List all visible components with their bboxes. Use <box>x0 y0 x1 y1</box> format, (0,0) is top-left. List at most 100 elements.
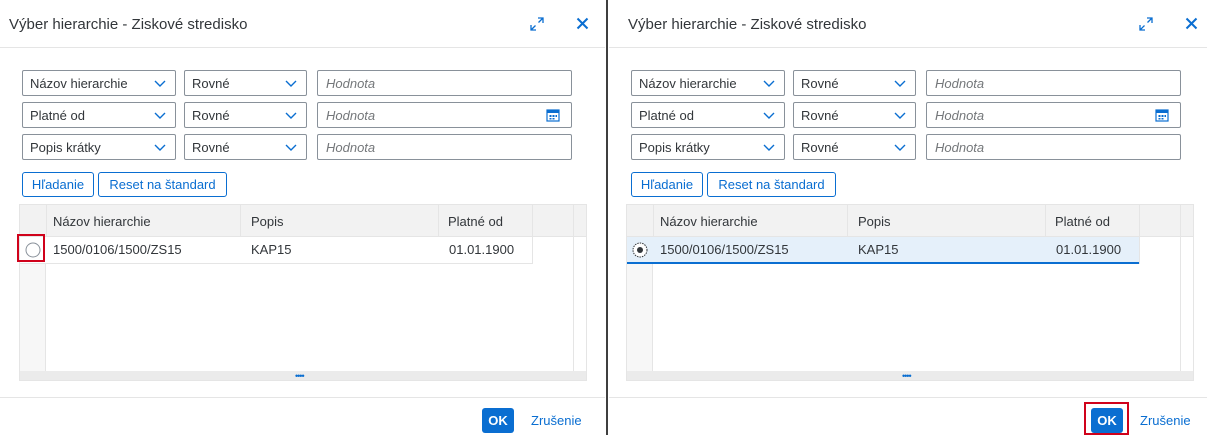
column-divider <box>573 205 574 373</box>
value-input[interactable]: Hodnota <box>317 70 572 96</box>
chevron-down-icon <box>894 80 906 87</box>
value-input[interactable]: Hodnota <box>317 134 572 160</box>
operator-select[interactable]: Rovné <box>184 134 307 160</box>
chevron-down-icon <box>285 112 297 119</box>
date-input-placeholder: Hodnota <box>935 108 985 123</box>
search-button[interactable]: Hľadanie <box>631 172 703 197</box>
date-input-placeholder: Hodnota <box>326 108 376 123</box>
chevron-down-icon <box>763 112 775 119</box>
cell-name: 1500/0106/1500/ZS15 <box>53 242 182 257</box>
table-row[interactable]: 1500/0106/1500/ZS15 KAP15 01.01.1900 <box>20 237 532 264</box>
horizontal-scrollbar[interactable]: •••• <box>627 371 1193 380</box>
value-input-placeholder: Hodnota <box>326 76 376 91</box>
hierarchy-dialog-left: Výber hierarchie - Ziskové stredisko Náz… <box>0 0 605 435</box>
field-select[interactable]: Popis krátky <box>631 134 785 160</box>
field-select[interactable]: Názov hierarchie <box>22 70 176 96</box>
field-select-value: Platné od <box>30 108 85 123</box>
operator-select[interactable]: Rovné <box>793 134 916 160</box>
cell-platne-od: 01.01.1900 <box>1056 242 1122 257</box>
operator-select-value: Rovné <box>801 140 839 155</box>
column-divider <box>1180 205 1181 373</box>
table-row-selected[interactable]: 1500/0106/1500/ZS15 KAP15 01.01.1900 <box>627 237 1139 264</box>
column-header-popis[interactable]: Popis <box>251 214 284 229</box>
column-header-popis[interactable]: Popis <box>858 214 891 229</box>
value-input-placeholder: Hodnota <box>935 140 985 155</box>
highlight-box <box>1084 402 1129 435</box>
operator-select-value: Rovné <box>192 108 230 123</box>
resize-icon[interactable] <box>529 16 545 32</box>
column-divider <box>653 205 654 237</box>
scroll-grip-icon[interactable]: •••• <box>295 372 305 381</box>
cell-name: 1500/0106/1500/ZS15 <box>660 242 789 257</box>
field-select[interactable]: Popis krátky <box>22 134 176 160</box>
close-icon[interactable] <box>576 17 589 30</box>
chevron-down-icon <box>285 144 297 151</box>
column-divider <box>46 205 47 237</box>
field-select-value: Popis krátky <box>639 140 710 155</box>
value-input-placeholder: Hodnota <box>935 76 985 91</box>
column-divider <box>1045 205 1046 237</box>
value-input[interactable]: Hodnota <box>926 134 1181 160</box>
table-header: Názov hierarchie Popis Platné od <box>627 205 1193 237</box>
highlight-box <box>17 234 45 262</box>
field-select-value: Názov hierarchie <box>639 76 737 91</box>
field-select[interactable]: Názov hierarchie <box>631 70 785 96</box>
chevron-down-icon <box>285 80 297 87</box>
field-select-value: Názov hierarchie <box>30 76 128 91</box>
chevron-down-icon <box>763 80 775 87</box>
operator-select-value: Rovné <box>192 140 230 155</box>
calendar-icon[interactable] <box>1155 108 1169 122</box>
field-select[interactable]: Platné od <box>22 102 176 128</box>
field-select-value: Popis krátky <box>30 140 101 155</box>
operator-select-value: Rovné <box>801 108 839 123</box>
column-header-name[interactable]: Názov hierarchie <box>660 214 758 229</box>
operator-select[interactable]: Rovné <box>793 70 916 96</box>
dialog-header: Výber hierarchie - Ziskové stredisko <box>609 0 1207 48</box>
horizontal-scrollbar[interactable]: •••• <box>20 371 586 380</box>
chevron-down-icon <box>894 144 906 151</box>
cell-popis: KAP15 <box>251 242 292 257</box>
chevron-down-icon <box>154 144 166 151</box>
column-header-platne-od[interactable]: Platné od <box>1055 214 1110 229</box>
date-input[interactable]: Hodnota <box>317 102 572 128</box>
chevron-down-icon <box>894 112 906 119</box>
reset-button[interactable]: Reset na štandard <box>707 172 836 197</box>
calendar-icon[interactable] <box>546 108 560 122</box>
table-header: Názov hierarchie Popis Platné od <box>20 205 586 237</box>
operator-select[interactable]: Rovné <box>184 102 307 128</box>
reset-button[interactable]: Reset na štandard <box>98 172 227 197</box>
dialog-title: Výber hierarchie - Ziskové stredisko <box>9 16 248 33</box>
ok-button[interactable]: OK <box>482 408 514 433</box>
field-select[interactable]: Platné od <box>631 102 785 128</box>
column-divider <box>532 205 533 264</box>
cancel-button[interactable]: Zrušenie <box>531 413 582 428</box>
results-table: Názov hierarchie Popis Platné od 1500/01… <box>19 204 587 381</box>
date-input[interactable]: Hodnota <box>926 102 1181 128</box>
results-table: Názov hierarchie Popis Platné od 1500/01… <box>626 204 1194 381</box>
value-input[interactable]: Hodnota <box>926 70 1181 96</box>
cancel-button[interactable]: Zrušenie <box>1140 413 1191 428</box>
dialog-title: Výber hierarchie - Ziskové stredisko <box>628 16 867 33</box>
dialog-footer: OK Zrušenie <box>0 397 605 435</box>
column-divider <box>1139 205 1140 264</box>
radio-selected-icon[interactable] <box>632 242 648 258</box>
column-divider <box>847 205 848 237</box>
operator-select[interactable]: Rovné <box>184 70 307 96</box>
field-select-value: Platné od <box>639 108 694 123</box>
scroll-grip-icon[interactable]: •••• <box>902 372 912 381</box>
cell-platne-od: 01.01.1900 <box>449 242 515 257</box>
search-button[interactable]: Hľadanie <box>22 172 94 197</box>
close-icon[interactable] <box>1185 17 1198 30</box>
cell-popis: KAP15 <box>858 242 899 257</box>
dialog-header: Výber hierarchie - Ziskové stredisko <box>0 0 605 48</box>
operator-select[interactable]: Rovné <box>793 102 916 128</box>
operator-select-value: Rovné <box>801 76 839 91</box>
column-header-platne-od[interactable]: Platné od <box>448 214 503 229</box>
column-header-name[interactable]: Názov hierarchie <box>53 214 151 229</box>
chevron-down-icon <box>763 144 775 151</box>
value-input-placeholder: Hodnota <box>326 140 376 155</box>
chevron-down-icon <box>154 112 166 119</box>
hierarchy-dialog-right: Výber hierarchie - Ziskové stredisko Náz… <box>609 0 1207 435</box>
operator-select-value: Rovné <box>192 76 230 91</box>
resize-icon[interactable] <box>1138 16 1154 32</box>
